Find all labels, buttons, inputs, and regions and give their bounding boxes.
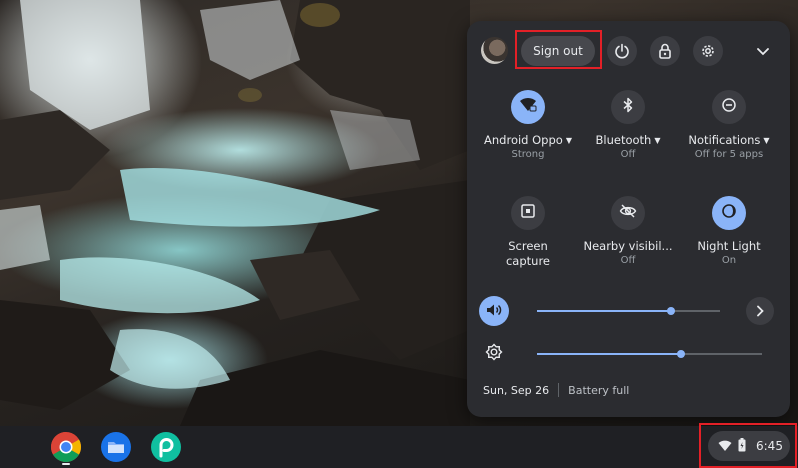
screen-capture-toggle[interactable] (511, 196, 545, 230)
picsart-icon (150, 432, 182, 467)
divider (558, 383, 560, 397)
tile-nearby-visibility[interactable]: Nearby visibil... Off (573, 196, 683, 268)
power-button[interactable] (607, 36, 637, 66)
do-not-disturb-icon (721, 97, 737, 117)
bluetooth-toggle[interactable] (611, 90, 645, 124)
tile-status: Strong (511, 149, 545, 160)
volume-icon (486, 302, 502, 321)
mute-toggle[interactable] (479, 296, 509, 326)
settings-button[interactable] (693, 36, 723, 66)
battery-status: Battery full (568, 383, 630, 397)
audio-settings-button[interactable] (746, 297, 774, 325)
dropdown-caret-icon[interactable]: ▼ (654, 136, 660, 145)
night-light-icon (721, 203, 737, 223)
lock-button[interactable] (650, 36, 680, 66)
tile-label: Android Oppo (484, 133, 563, 147)
dropdown-caret-icon[interactable]: ▼ (763, 136, 769, 145)
visibility-off-icon (619, 203, 637, 223)
brightness-slider[interactable] (537, 350, 762, 358)
tile-status: Off for 5 apps (694, 149, 764, 160)
tile-status: Off (620, 255, 636, 266)
collapse-button[interactable] (750, 38, 776, 64)
wifi-lock-icon (519, 97, 537, 117)
files-icon (100, 432, 132, 467)
picsart-app[interactable] (150, 431, 182, 463)
tile-screen-capture[interactable]: Screen capture (473, 196, 583, 269)
chevron-right-icon (755, 302, 765, 321)
nearby-visibility-toggle[interactable] (611, 196, 645, 230)
volume-slider-thumb[interactable] (666, 307, 675, 315)
notifications-toggle[interactable] (712, 90, 746, 124)
tile-network[interactable]: Android Oppo ▼ Strong (473, 90, 583, 162)
tile-label: Screen capture (505, 239, 551, 268)
brightness-slider-thumb[interactable] (677, 350, 685, 358)
tile-night-light[interactable]: Night Light On (674, 196, 784, 268)
chrome-app[interactable] (50, 431, 82, 463)
network-toggle[interactable] (511, 90, 545, 124)
date-label[interactable]: Sun, Sep 26 (483, 384, 549, 397)
night-light-toggle[interactable] (712, 196, 746, 230)
gear-icon (700, 43, 716, 59)
brightness-icon (485, 343, 503, 365)
status-tray-highlight-box (699, 423, 797, 468)
volume-slider-fill (537, 310, 671, 312)
chevron-down-icon (756, 42, 770, 61)
tile-notifications[interactable]: Notifications ▼ Off for 5 apps (674, 90, 784, 162)
brightness-button (479, 339, 509, 369)
tile-status: Off (620, 149, 636, 160)
files-app[interactable] (100, 431, 132, 463)
status-footer: Sun, Sep 26 Battery full (483, 383, 629, 397)
brightness-slider-fill (537, 353, 681, 355)
tile-label: Bluetooth (595, 133, 652, 147)
power-icon (614, 43, 630, 59)
tile-bluetooth[interactable]: Bluetooth ▼ Off (573, 90, 683, 162)
bluetooth-icon (622, 97, 634, 117)
dropdown-caret-icon[interactable]: ▼ (566, 136, 572, 145)
tile-status: On (721, 255, 737, 266)
avatar[interactable] (481, 37, 508, 64)
lock-icon (658, 43, 672, 59)
quick-settings-panel: Sign out Android Oppo ▼ Strong Bluetooth… (467, 21, 790, 417)
app-running-indicator (62, 463, 70, 465)
volume-slider-row (479, 296, 779, 326)
brightness-slider-row (479, 339, 779, 369)
shelf: 6:45 (0, 423, 798, 468)
sign-out-highlight-box (515, 30, 602, 69)
screen-capture-icon (520, 203, 536, 223)
tile-label: Nearby visibil... (583, 239, 673, 253)
tile-label: Night Light (697, 239, 761, 253)
volume-slider[interactable] (537, 307, 720, 315)
tile-label: Notifications (688, 133, 761, 147)
